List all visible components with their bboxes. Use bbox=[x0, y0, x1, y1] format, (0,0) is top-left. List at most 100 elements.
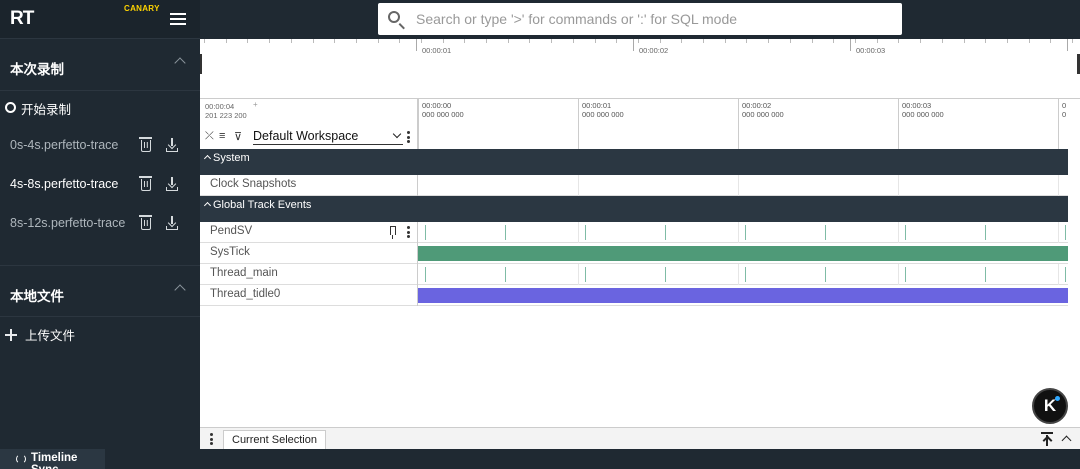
track-thread-main[interactable]: Thread_main bbox=[200, 264, 1068, 285]
overview-minor-tick bbox=[616, 39, 617, 43]
axis-tick bbox=[738, 99, 739, 149]
event-mark[interactable] bbox=[1065, 267, 1066, 282]
sidebar-item-start-recording[interactable]: 开始录制 bbox=[0, 93, 200, 121]
grid-line bbox=[1058, 175, 1059, 196]
track-name: Thread_tidle0 bbox=[210, 288, 281, 300]
delete-icon[interactable] bbox=[139, 137, 152, 152]
delete-icon[interactable] bbox=[139, 176, 152, 191]
track-menu-icon[interactable] bbox=[407, 226, 410, 238]
event-mark[interactable] bbox=[505, 225, 506, 240]
event-mark[interactable] bbox=[665, 267, 666, 282]
event-mark[interactable] bbox=[905, 225, 906, 240]
overview-minor-tick bbox=[812, 39, 813, 43]
chevron-up-icon[interactable] bbox=[174, 57, 186, 69]
event-mark[interactable] bbox=[1065, 225, 1066, 240]
track-canvas[interactable] bbox=[418, 222, 1068, 243]
track-group-global-events[interactable]: Global Track Events bbox=[200, 196, 1068, 222]
pin-icon[interactable] bbox=[390, 226, 396, 239]
overview-minor-tick bbox=[443, 39, 444, 43]
chevron-up-icon[interactable] bbox=[1061, 435, 1072, 446]
event-mark[interactable] bbox=[585, 225, 586, 240]
chevron-up-icon[interactable] bbox=[174, 284, 186, 296]
track-canvas[interactable] bbox=[418, 264, 1068, 285]
systick-slice[interactable] bbox=[418, 246, 1068, 261]
grid-line bbox=[898, 175, 899, 196]
grid-line bbox=[898, 222, 899, 243]
timeline-sync-label: Timeline Sync bbox=[31, 452, 78, 469]
download-icon[interactable] bbox=[166, 138, 178, 152]
event-mark[interactable] bbox=[985, 225, 986, 240]
sidebar-item-trace-4s-8s[interactable]: 4s-8s.perfetto-trace bbox=[0, 171, 200, 199]
floating-k-badge[interactable]: K bbox=[1032, 388, 1068, 424]
overview-timeline[interactable]: 00:00:01 00:00:02 00:00:03 bbox=[200, 39, 1080, 99]
overview-minor-tick bbox=[942, 39, 943, 43]
badge-dot bbox=[1055, 396, 1060, 401]
track-canvas[interactable] bbox=[418, 175, 1068, 196]
track-canvas[interactable] bbox=[418, 243, 1068, 264]
axis-label: 00:00:00 000 000 000 bbox=[422, 101, 464, 119]
workspace-menu-icon[interactable] bbox=[407, 131, 410, 143]
download-icon[interactable] bbox=[166, 216, 178, 230]
event-mark[interactable] bbox=[665, 225, 666, 240]
overview-minor-tick bbox=[291, 39, 292, 43]
thread-idle-slice[interactable] bbox=[418, 288, 1068, 303]
overview-minor-tick bbox=[855, 39, 856, 43]
grid-line bbox=[738, 222, 739, 243]
track-group-system[interactable]: System bbox=[200, 149, 1068, 175]
overview-minor-tick bbox=[985, 39, 986, 43]
brand-logo: RT bbox=[10, 8, 34, 29]
track-thread-idle[interactable]: Thread_tidle0 bbox=[200, 285, 1068, 306]
offset-plus: + bbox=[253, 100, 258, 109]
axis-tick bbox=[578, 99, 579, 149]
event-mark[interactable] bbox=[425, 267, 426, 282]
overview-minor-tick bbox=[920, 39, 921, 43]
plus-icon bbox=[5, 329, 17, 341]
section-local-files[interactable]: 本地文件 bbox=[0, 265, 200, 317]
event-mark[interactable] bbox=[825, 225, 826, 240]
overview-major-tick bbox=[416, 39, 417, 51]
grid-line bbox=[1058, 222, 1059, 243]
grid-line bbox=[738, 264, 739, 285]
overview-minor-tick bbox=[226, 39, 227, 43]
collapse-all-icon[interactable]: ⤫ bbox=[205, 130, 214, 143]
omnibox[interactable] bbox=[378, 3, 902, 35]
event-mark[interactable] bbox=[585, 267, 586, 282]
sidebar-item-trace-8s-12s[interactable]: 8s-12s.perfetto-trace bbox=[0, 210, 200, 238]
overview-minor-tick bbox=[573, 39, 574, 43]
axis-label: 00:00:03 000 000 000 bbox=[902, 101, 944, 119]
timeline-axis[interactable]: 00:00:00 000 000 000 00:00:01 000 000 000 … bbox=[418, 99, 1080, 149]
maximize-panel-icon[interactable] bbox=[1041, 432, 1053, 446]
overview-minor-tick bbox=[269, 39, 270, 43]
track-systick[interactable]: SysTick bbox=[200, 243, 1068, 264]
track-clock-snapshots[interactable]: Clock Snapshots bbox=[200, 175, 1068, 196]
event-mark[interactable] bbox=[505, 267, 506, 282]
overview-minor-tick bbox=[1072, 39, 1073, 43]
event-mark[interactable] bbox=[745, 225, 746, 240]
event-mark[interactable] bbox=[425, 225, 426, 240]
download-icon[interactable] bbox=[166, 177, 178, 191]
section-current-recording[interactable]: 本次录制 bbox=[0, 39, 200, 91]
record-circle-icon bbox=[5, 102, 16, 113]
event-mark[interactable] bbox=[825, 267, 826, 282]
track-pendsv[interactable]: PendSV bbox=[200, 222, 1068, 243]
overview-minor-tick bbox=[378, 39, 379, 43]
delete-icon[interactable] bbox=[139, 215, 152, 230]
event-mark[interactable] bbox=[905, 267, 906, 282]
event-mark[interactable] bbox=[985, 267, 986, 282]
overview-tick-label: 00:00:02 bbox=[639, 46, 669, 55]
sidebar-item-upload-file[interactable]: 上传文件 bbox=[0, 319, 200, 347]
filter-icon[interactable]: ⊽ bbox=[234, 130, 242, 143]
overview-minor-tick bbox=[204, 39, 205, 43]
tab-current-selection[interactable]: Current Selection bbox=[223, 430, 326, 450]
sidebar-item-trace-0s-4s[interactable]: 0s-4s.perfetto-trace bbox=[0, 132, 200, 160]
group-label: System bbox=[213, 152, 250, 164]
hamburger-menu-icon[interactable] bbox=[170, 13, 186, 25]
workspace-select[interactable]: Default Workspace bbox=[253, 128, 403, 145]
timeline-sync-button[interactable]: Timeline Sync bbox=[0, 449, 105, 469]
event-mark[interactable] bbox=[745, 267, 746, 282]
track-label: Thread_main bbox=[200, 264, 418, 285]
details-menu-icon[interactable] bbox=[210, 433, 213, 445]
track-canvas[interactable] bbox=[418, 285, 1068, 306]
search-input[interactable] bbox=[416, 9, 886, 29]
sort-icon[interactable]: ≡ bbox=[219, 130, 225, 142]
